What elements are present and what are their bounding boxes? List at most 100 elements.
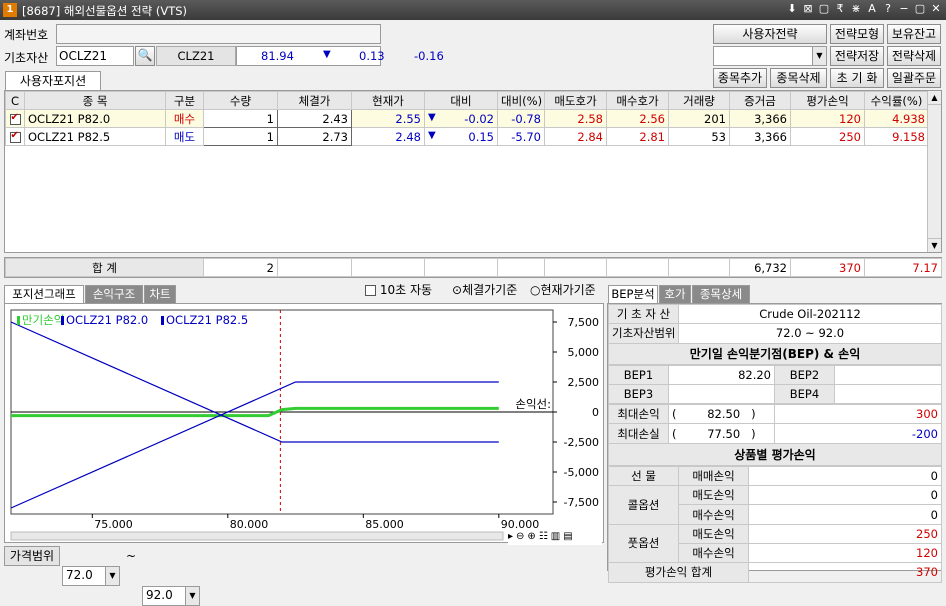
scroll-right-icon[interactable]: ▸ (508, 531, 513, 545)
save-chart-icon[interactable]: ▤ (563, 531, 572, 545)
col-volume[interactable]: 거래량 (668, 91, 730, 110)
bep-underlying-label: 기 초 자 산 (608, 303, 679, 325)
total-row: 합 계 2 6,732 370 7.17 (4, 257, 942, 278)
tab-user-positions[interactable]: 사용자포지션 (5, 71, 101, 90)
bar-chart-icon[interactable]: ▥ (551, 531, 560, 545)
positions-grid: C 종 목 구분 수량 체결가 현재가 대비 대비(%) 매도호가 매수호가 거… (4, 90, 942, 253)
y-tick-label: -5,000 (564, 466, 599, 479)
grid-scrollbar[interactable]: ▲ ▼ (927, 91, 941, 252)
col-item[interactable]: 종 목 (24, 91, 166, 110)
col-ask[interactable]: 매도호가 (544, 91, 607, 110)
price-range-from-select[interactable]: 72.0 ▼ (62, 566, 120, 586)
tab-item-detail[interactable]: 종목상세 (692, 285, 750, 303)
search-button[interactable]: 🔍 (135, 46, 155, 66)
y-tick-label: -2,500 (564, 436, 599, 449)
row-checkbox[interactable] (5, 109, 25, 128)
row-diff-pct: -0.78 (497, 109, 545, 128)
reset-button[interactable]: 초 기 화 (830, 68, 884, 88)
col-diff[interactable]: 대비 (424, 91, 498, 110)
put-sell-label: 매도손익 (678, 523, 749, 544)
total-label: 합 계 (5, 258, 204, 277)
futures-label: 선 물 (608, 465, 679, 487)
put-buy-label: 매수손익 (678, 542, 749, 564)
fill-basis-radio[interactable]: ⊙체결가기준 (452, 281, 517, 298)
price-range-to-select[interactable]: 92.0 ▼ (142, 586, 200, 606)
close-icon[interactable]: ✕ (930, 2, 942, 15)
tab-position-graph[interactable]: 포지션그래프 (4, 285, 84, 303)
pnl-line-annotation: 손익선: (515, 397, 551, 411)
zoom-out-icon[interactable]: ⊖ (516, 531, 524, 545)
strategy-save-button[interactable]: 전략저장 (830, 46, 884, 66)
row-return: 4.938 (864, 109, 929, 128)
underlying-change-pct: -0.16 (414, 49, 444, 63)
settings-icon[interactable]: ⋇ (850, 2, 862, 15)
chevron-down-icon: ▼ (185, 587, 199, 605)
underlying-code-input[interactable]: OCLZ21 (56, 46, 134, 66)
auto-refresh-label: 10초 자동 (379, 283, 433, 297)
legend-label: 만기손익 (22, 313, 64, 327)
tab-quote[interactable]: 호가 (659, 285, 691, 303)
y-tick-label: 7,500 (568, 316, 600, 329)
row-item: OCLZ21 P82.0 (24, 109, 166, 128)
row-side: 매도 (165, 127, 204, 146)
y-tick-label: 0 (592, 406, 599, 419)
close-box-icon[interactable]: ⊠ (802, 2, 814, 15)
row-fill-input[interactable]: 2.43 (277, 109, 352, 128)
add-item-button[interactable]: 종목추가 (713, 68, 767, 88)
user-strategy-button[interactable]: 사용자전략 (713, 24, 827, 44)
row-volume: 53 (668, 127, 730, 146)
strategy-delete-button[interactable]: 전략삭제 (887, 46, 941, 66)
row-qty-input[interactable]: 1 (203, 127, 278, 146)
account-input[interactable] (56, 24, 381, 44)
auto-refresh-option[interactable]: 10초 자동 (365, 281, 432, 298)
row-current: 2.55 (351, 109, 425, 128)
scroll-up-icon[interactable]: ▲ (928, 91, 941, 105)
bep3-value (668, 383, 775, 405)
strategy-model-button[interactable]: 전략모형 (830, 24, 884, 44)
holdings-button[interactable]: 보유잔고 (887, 24, 941, 44)
table-row[interactable]: OCLZ21 P82.0 매수 1 2.43 2.55 ▼ -0.02 -0.78… (5, 109, 929, 128)
row-checkbox[interactable] (5, 127, 25, 146)
col-margin[interactable]: 증거금 (729, 91, 791, 110)
max-loss-value: -200 (774, 423, 942, 444)
window-icon[interactable]: ▢ (818, 2, 830, 15)
col-return[interactable]: 수익률(%) (864, 91, 929, 110)
chart-type-icon[interactable]: ☷ (539, 531, 548, 545)
tab-chart[interactable]: 차트 (144, 285, 176, 303)
col-check[interactable]: C (5, 91, 25, 110)
delete-item-button[interactable]: 종목삭제 (770, 68, 827, 88)
col-bid[interactable]: 매수호가 (606, 91, 669, 110)
row-pnl: 120 (790, 109, 865, 128)
max-loss-price: ( 77.50 ) (668, 423, 775, 444)
col-fill[interactable]: 체결가 (277, 91, 352, 110)
max-loss-price-value: 77.50 (707, 426, 741, 441)
col-current[interactable]: 현재가 (351, 91, 425, 110)
font-size-icon[interactable]: A (866, 2, 878, 15)
row-return: 9.158 (864, 127, 929, 146)
minimize-icon[interactable]: − (898, 2, 910, 15)
x-tick-label: 85.000 (365, 518, 404, 531)
download-icon[interactable]: ⬇ (786, 2, 798, 15)
col-side[interactable]: 구분 (165, 91, 204, 110)
call-sell-value: 0 (748, 485, 942, 506)
row-bid: 2.56 (606, 109, 669, 128)
col-qty[interactable]: 수량 (203, 91, 278, 110)
scroll-down-icon[interactable]: ▼ (928, 238, 941, 252)
maximize-icon[interactable]: ▢ (914, 2, 926, 15)
help-icon[interactable]: ? (882, 2, 894, 15)
row-qty-input[interactable]: 1 (203, 109, 278, 128)
col-diff-pct[interactable]: 대비(%) (497, 91, 545, 110)
strategy-select[interactable]: ▼ (713, 46, 827, 66)
tab-bep-analysis[interactable]: BEP분석 (608, 285, 658, 303)
table-row[interactable]: OCLZ21 P82.5 매도 1 2.73 2.48 ▼0.15 -5.70 … (5, 127, 929, 146)
row-fill-input[interactable]: 2.73 (277, 127, 352, 146)
pin-icon[interactable]: ₹ (834, 2, 846, 15)
row-volume: 201 (668, 109, 730, 128)
zoom-in-icon[interactable]: ⊕ (527, 531, 535, 545)
current-basis-radio[interactable]: ○현재가기준 (530, 281, 596, 298)
bulk-order-button[interactable]: 일괄주문 (887, 68, 941, 88)
max-profit-price-value: 82.50 (707, 407, 741, 422)
col-pnl[interactable]: 평가손익 (790, 91, 865, 110)
tab-pnl-structure[interactable]: 손익구조 (85, 285, 143, 303)
bep2-label: BEP2 (774, 364, 835, 385)
